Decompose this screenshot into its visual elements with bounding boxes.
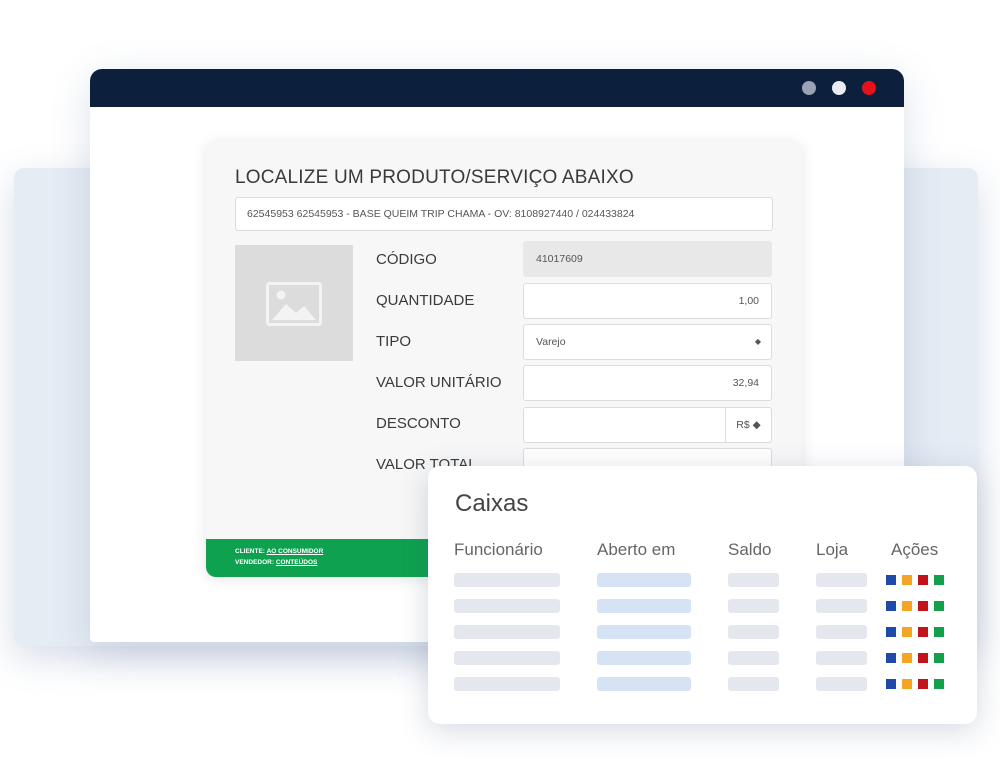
cell-placeholder-saldo: [728, 651, 779, 665]
cell-placeholder-aberto-em: [597, 573, 691, 587]
cell-placeholder-saldo: [728, 625, 779, 639]
card-title: LOCALIZE UM PRODUTO/SERVIÇO ABAIXO: [235, 167, 634, 188]
cell-placeholder-saldo: [728, 677, 779, 691]
cell-placeholder-loja: [816, 651, 867, 665]
action-button-3[interactable]: [918, 601, 928, 611]
cell-placeholder-saldo: [728, 599, 779, 613]
action-button-4[interactable]: [934, 679, 944, 689]
valor-unitario-field[interactable]: 32,94: [523, 365, 772, 401]
desconto-label: DESCONTO: [376, 415, 461, 432]
action-button-3[interactable]: [918, 627, 928, 637]
quantidade-label: QUANTIDADE: [376, 292, 475, 309]
valor-unitario-label: VALOR UNITÁRIO: [376, 374, 502, 391]
codigo-label: CÓDIGO: [376, 251, 437, 268]
col-saldo: Saldo: [728, 540, 772, 559]
cell-placeholder-loja: [816, 573, 867, 587]
cell-placeholder-saldo: [728, 573, 779, 587]
quantidade-value: 1,00: [738, 295, 759, 307]
select-arrow-icon: ◆: [754, 337, 761, 346]
vendedor-line: VENDEDOR: CONTEÚDOS: [235, 559, 318, 566]
col-acoes: Ações: [891, 540, 939, 559]
desconto-field[interactable]: R$ ◆: [523, 407, 772, 443]
caixas-panel: Caixas Funcionário Aberto em Saldo Loja …: [428, 466, 977, 724]
cell-placeholder-loja: [816, 677, 867, 691]
action-button-4[interactable]: [934, 627, 944, 637]
image-icon: [266, 282, 322, 326]
cell-placeholder-aberto-em: [597, 599, 691, 613]
caixas-title: Caixas: [455, 490, 529, 517]
cell-placeholder-loja: [816, 625, 867, 639]
close-dot[interactable]: [862, 81, 876, 95]
action-button-2[interactable]: [902, 575, 912, 585]
cell-placeholder-funcionario: [454, 677, 560, 691]
action-button-3[interactable]: [918, 575, 928, 585]
cell-placeholder-funcionario: [454, 651, 560, 665]
product-search-input[interactable]: 62545953 62545953 - BASE QUEIM TRIP CHAM…: [235, 197, 773, 231]
cliente-line: CLIENTE: AO CONSUMIDOR: [235, 548, 324, 555]
minimize-dot[interactable]: [802, 81, 816, 95]
product-image-placeholder: [235, 245, 353, 361]
action-button-4[interactable]: [934, 653, 944, 663]
valor-unitario-value: 32,94: [732, 377, 759, 389]
action-button-3[interactable]: [918, 653, 928, 663]
cell-placeholder-funcionario: [454, 599, 560, 613]
vendedor-link[interactable]: CONTEÚDOS: [276, 559, 318, 566]
action-button-2[interactable]: [902, 601, 912, 611]
action-button-1[interactable]: [886, 653, 896, 663]
cell-placeholder-aberto-em: [597, 651, 691, 665]
title-bar: [90, 69, 904, 107]
action-button-2[interactable]: [902, 653, 912, 663]
action-button-4[interactable]: [934, 575, 944, 585]
action-button-1[interactable]: [886, 627, 896, 637]
action-button-2[interactable]: [902, 679, 912, 689]
quantidade-field[interactable]: 1,00: [523, 283, 772, 319]
cell-placeholder-loja: [816, 599, 867, 613]
col-funcionario: Funcionário: [454, 540, 543, 559]
cell-placeholder-aberto-em: [597, 677, 691, 691]
action-button-1[interactable]: [886, 679, 896, 689]
col-aberto-em: Aberto em: [597, 540, 676, 559]
cell-placeholder-aberto-em: [597, 625, 691, 639]
action-button-2[interactable]: [902, 627, 912, 637]
action-button-1[interactable]: [886, 601, 896, 611]
tipo-label: TIPO: [376, 333, 412, 350]
maximize-dot[interactable]: [832, 81, 846, 95]
cliente-link[interactable]: AO CONSUMIDOR: [267, 548, 324, 555]
codigo-field: 41017609: [523, 241, 772, 277]
cell-placeholder-funcionario: [454, 573, 560, 587]
codigo-value: 41017609: [536, 253, 583, 265]
tipo-value: Varejo: [536, 336, 566, 348]
tipo-select[interactable]: Varejo ◆: [523, 324, 772, 360]
action-button-3[interactable]: [918, 679, 928, 689]
action-button-4[interactable]: [934, 601, 944, 611]
cell-placeholder-funcionario: [454, 625, 560, 639]
col-loja: Loja: [816, 540, 849, 559]
desconto-unit-select[interactable]: R$ ◆: [725, 408, 771, 442]
action-button-1[interactable]: [886, 575, 896, 585]
